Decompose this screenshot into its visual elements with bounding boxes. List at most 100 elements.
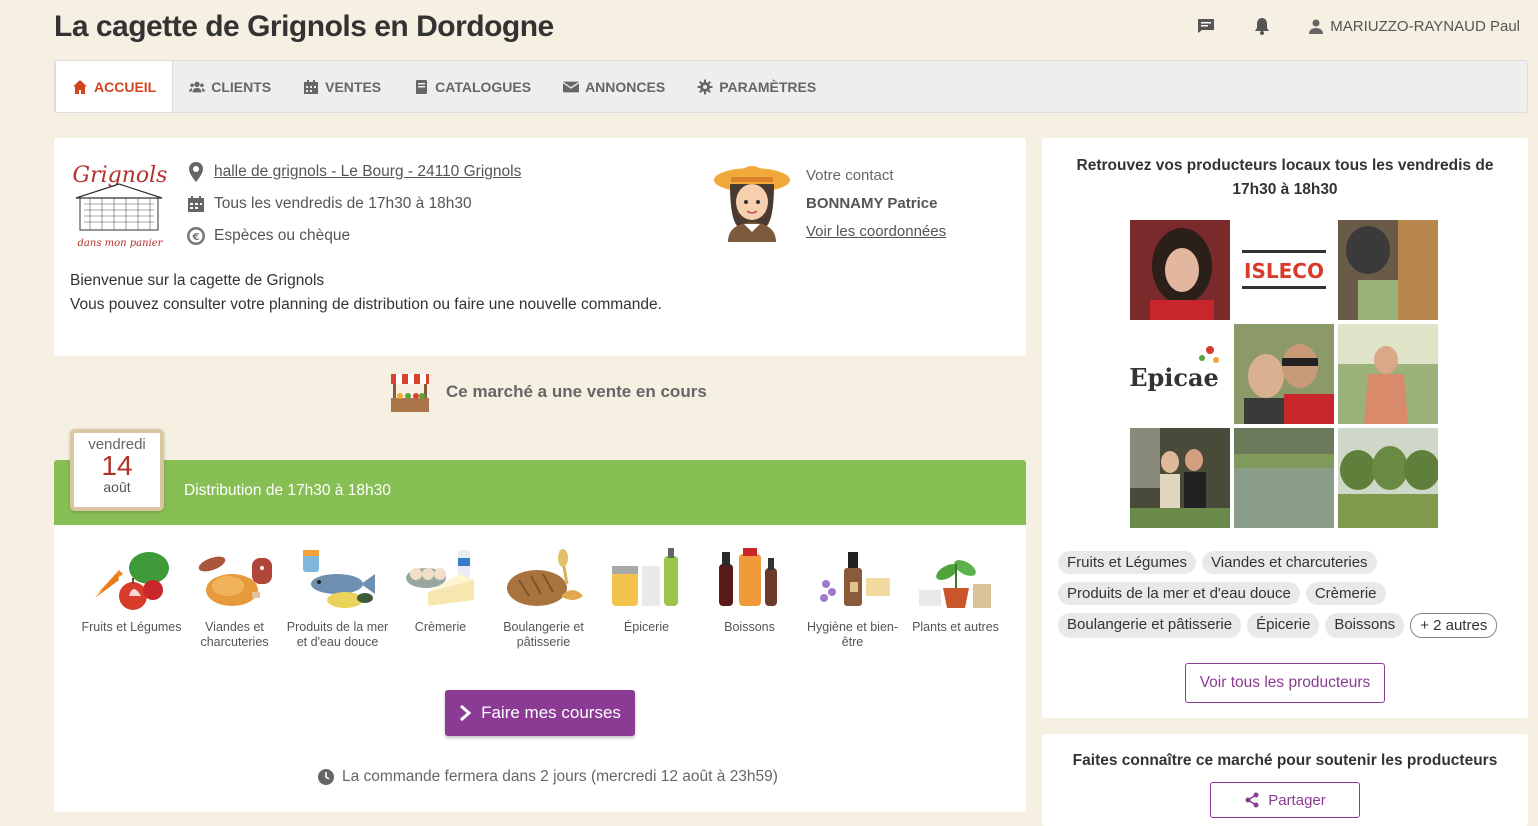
order-closing-text: La commande fermera dans 2 jours (mercre… — [342, 768, 778, 785]
sale-day-number: 14 — [101, 450, 133, 481]
address-link[interactable]: halle de grignols - Le Bourg - 24110 Gri… — [214, 163, 521, 181]
main-nav: ACCUEIL CLIENTS VENTES CATALOGUES ANNONC… — [54, 60, 1528, 113]
chat-icon[interactable] — [1196, 16, 1216, 36]
chevron-right-icon — [460, 704, 472, 722]
drinks-icon — [718, 548, 777, 606]
schedule-line: Tous les vendredis de 17h30 à 18h30 — [186, 188, 521, 220]
tab-label: ACCUEIL — [94, 78, 157, 95]
payment-text: Espèces ou chèque — [214, 227, 351, 244]
schedule-text: Tous les vendredis de 17h30 à 18h30 — [214, 195, 472, 212]
producer-photo[interactable] — [1130, 428, 1230, 528]
producer-photo[interactable] — [1234, 428, 1334, 528]
tab-annonces[interactable]: ANNONCES — [547, 61, 681, 112]
shop-button-label: Faire mes courses — [481, 703, 621, 722]
gear-icon — [697, 79, 713, 94]
contact-avatar — [712, 158, 792, 242]
category-label: Produits de la mer et d'eau douce — [286, 620, 389, 649]
plant-icon — [918, 560, 991, 608]
market-stall-icon — [391, 374, 429, 412]
calendar-icon — [186, 194, 206, 214]
home-icon — [73, 79, 87, 94]
distribution-text: Distribution de 17h30 à 18h30 — [184, 482, 391, 499]
category-cremerie[interactable]: Crèmerie — [389, 544, 492, 650]
producer-photo[interactable] — [1338, 428, 1438, 528]
topbar-actions: MARIUZZO-RAYNAUD Paul — [1196, 16, 1520, 36]
all-producers-button[interactable]: Voir tous les producteurs — [1185, 663, 1385, 703]
tag-cremerie[interactable]: Crèmerie — [1305, 582, 1386, 605]
category-epicerie[interactable]: Épicerie — [595, 544, 698, 650]
category-list: Fruits et Légumes Viandes et charcuterie… — [80, 544, 1007, 650]
producer-logo-isleco[interactable]: ISLECO — [1234, 220, 1334, 320]
share-button[interactable]: Partager — [1210, 782, 1360, 818]
ongoing-sale-banner: Ce marché a une vente en cours — [388, 370, 707, 414]
users-icon — [189, 81, 206, 92]
category-label: Épicerie — [623, 620, 670, 634]
market-details: halle de grignols - Le Bourg - 24110 Gri… — [186, 156, 521, 252]
producer-logo-epicae[interactable]: Epicae — [1130, 324, 1230, 424]
producer-photo[interactable] — [1234, 324, 1334, 424]
welcome-text: Bienvenue sur la cagette de Grignols Vou… — [70, 269, 662, 317]
tab-label: CLIENTS — [211, 78, 272, 95]
producer-photos: ISLECO Epicae — [1130, 220, 1442, 528]
contact-name: BONNAMY Patrice — [806, 195, 938, 212]
tag-boulangerie[interactable]: Boulangerie et pâtisserie — [1058, 613, 1242, 638]
shop-button[interactable]: Faire mes courses — [445, 690, 635, 736]
tag-fruits-legumes[interactable]: Fruits et Légumes — [1058, 551, 1197, 574]
welcome-line-1: Bienvenue sur la cagette de Grignols — [70, 272, 325, 289]
ongoing-sale-text: Ce marché a une vente en cours — [446, 382, 707, 401]
category-label: Boulangerie et pâtisserie — [503, 620, 584, 649]
market-info-card: Grignols dans mon panier halle de grigno… — [54, 138, 1026, 356]
calendar-icon — [304, 79, 319, 94]
producer-photo[interactable] — [1130, 220, 1230, 320]
cheese-icon — [405, 550, 474, 606]
envelope-icon — [563, 81, 580, 92]
user-name: MARIUZZO-RAYNAUD Paul — [1330, 17, 1520, 35]
category-label: Fruits et Légumes — [81, 620, 182, 634]
category-viandes[interactable]: Viandes et charcuteries — [183, 544, 286, 650]
contact-details-link[interactable]: Voir les coordonnées — [806, 223, 946, 240]
category-boissons[interactable]: Boissons — [698, 544, 801, 650]
category-label: Hygiène et bien-être — [806, 620, 899, 649]
category-label: Viandes et charcuteries — [200, 620, 269, 649]
producer-photo[interactable] — [1338, 324, 1438, 424]
user-menu[interactable]: MARIUZZO-RAYNAUD Paul — [1308, 18, 1520, 35]
tab-label: CATALOGUES — [435, 78, 532, 95]
isleco-logo-text: ISLECO — [1244, 259, 1324, 283]
sale-card: Distribution de 17h30 à 18h30 Fruits et … — [54, 460, 1026, 812]
tab-clients[interactable]: CLIENTS — [173, 61, 287, 112]
tab-accueil[interactable]: ACCUEIL — [55, 61, 174, 112]
share-card: Faites connaître ce marché pour soutenir… — [1042, 734, 1528, 826]
producers-card: Retrouvez vos producteurs locaux tous le… — [1042, 138, 1528, 718]
tag-produits-mer[interactable]: Produits de la mer et d'eau douce — [1058, 582, 1300, 605]
tag-viandes[interactable]: Viandes et charcuteries — [1202, 551, 1377, 574]
tag-more[interactable]: + 2 autres — [1410, 613, 1498, 638]
sale-date-badge: vendredi 14 août — [70, 429, 164, 511]
welcome-line-2: Vous pouvez consulter votre planning de … — [70, 296, 662, 313]
tag-boissons[interactable]: Boissons — [1325, 613, 1405, 638]
contact-label: Votre contact — [806, 167, 894, 184]
tab-catalogues[interactable]: CATALOGUES — [397, 61, 547, 112]
bell-icon[interactable] — [1252, 16, 1272, 36]
tab-label: VENTES — [325, 78, 382, 95]
category-plants[interactable]: Plants et autres — [904, 544, 1007, 650]
category-hygiene[interactable]: Hygiène et bien-être — [801, 544, 904, 650]
vegetables-icon — [94, 552, 169, 610]
tab-parametres[interactable]: PARAMÈTRES — [681, 61, 832, 112]
contact-block: Votre contact BONNAMY Patrice Voir les c… — [806, 162, 946, 246]
beauty-icon — [819, 552, 890, 606]
category-produits-mer[interactable]: Produits de la mer et d'eau douce — [286, 544, 389, 650]
tag-epicerie[interactable]: Épicerie — [1247, 613, 1320, 638]
tab-ventes[interactable]: VENTES — [287, 61, 397, 112]
share-title: Faites connaître ce marché pour soutenir… — [1072, 752, 1498, 769]
category-boulangerie[interactable]: Boulangerie et pâtisserie — [492, 544, 595, 650]
sale-month: août — [103, 479, 131, 495]
address-line: halle de grignols - Le Bourg - 24110 Gri… — [186, 156, 521, 188]
book-icon — [416, 79, 428, 94]
producer-photo[interactable] — [1338, 220, 1438, 320]
fish-icon — [302, 550, 375, 608]
category-fruits-legumes[interactable]: Fruits et Légumes — [80, 544, 183, 650]
market-logo: Grignols dans mon panier — [70, 160, 170, 250]
order-closing-note: La commande fermera dans 2 jours (mercre… — [318, 768, 778, 786]
distribution-band: Distribution de 17h30 à 18h30 — [54, 460, 1026, 525]
page-title: La cagette de Grignols en Dordogne — [54, 10, 554, 43]
